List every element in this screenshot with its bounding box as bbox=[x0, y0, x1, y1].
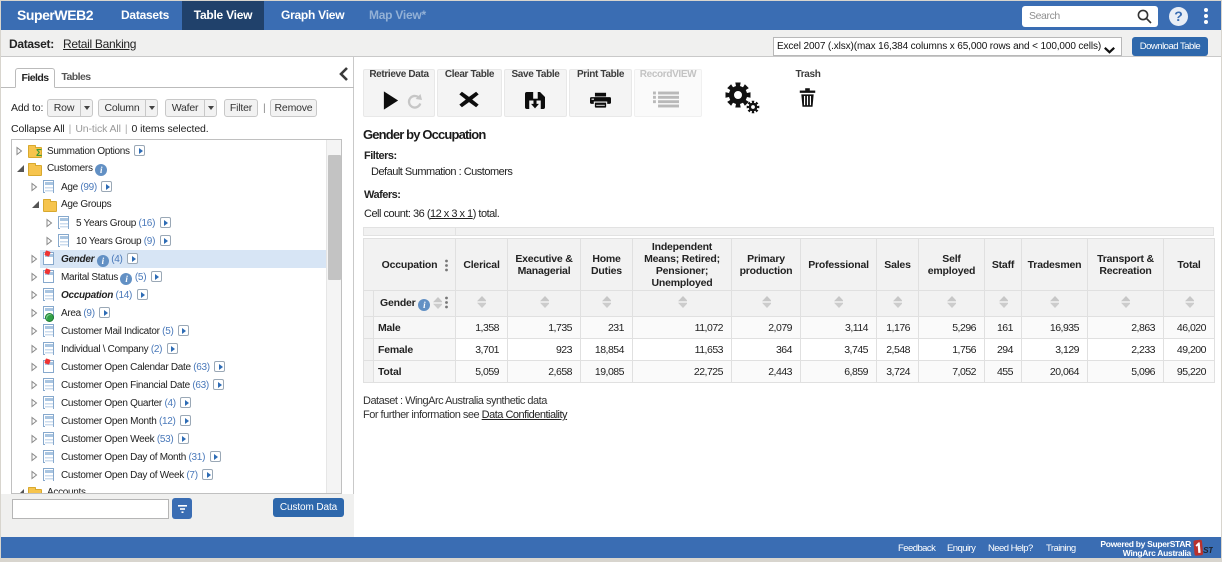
svg-text:ST: ST bbox=[1203, 545, 1213, 555]
